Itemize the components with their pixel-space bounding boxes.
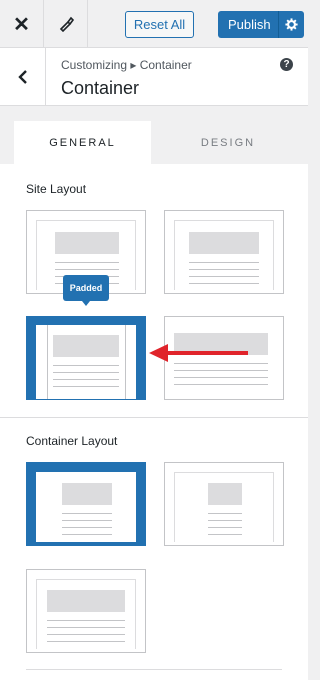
container-layout-label: Container Layout <box>26 434 118 448</box>
section-header: Customizing ▸ Container Container ? <box>0 48 308 106</box>
customizer-toolbar: ✕ Reset All Publish <box>0 0 308 48</box>
settings-panel: Site Layout Container Layout <box>0 164 308 680</box>
bottom-divider <box>26 669 282 670</box>
tab-bar: GENERAL DESIGN <box>0 106 308 164</box>
back-button[interactable] <box>0 48 46 106</box>
publish-label: Publish <box>228 17 271 32</box>
close-icon[interactable]: ✕ <box>0 0 44 48</box>
site-layout-option-padded[interactable] <box>26 316 146 400</box>
page-title: Container <box>61 78 140 98</box>
site-layout-option-content-boxed[interactable] <box>164 210 284 294</box>
help-icon[interactable]: ? <box>280 58 293 71</box>
padded-tooltip: Padded <box>63 275 109 306</box>
container-layout-option-full-width[interactable] <box>26 569 146 653</box>
brush-icon[interactable] <box>44 0 88 48</box>
annotation-arrow-icon <box>149 344 248 362</box>
chevron-left-icon <box>17 70 27 84</box>
reset-all-button[interactable]: Reset All <box>125 11 194 38</box>
tab-design[interactable]: DESIGN <box>151 121 305 164</box>
section-divider <box>0 417 308 418</box>
tab-general[interactable]: GENERAL <box>14 121 151 164</box>
container-layout-option-content-boxed[interactable] <box>164 462 284 546</box>
publish-button[interactable]: Publish <box>218 11 304 38</box>
gear-icon[interactable] <box>278 11 304 38</box>
site-layout-label: Site Layout <box>26 182 87 196</box>
container-layout-option-boxed[interactable] <box>26 462 146 546</box>
breadcrumb: Customizing ▸ Container <box>61 58 192 72</box>
